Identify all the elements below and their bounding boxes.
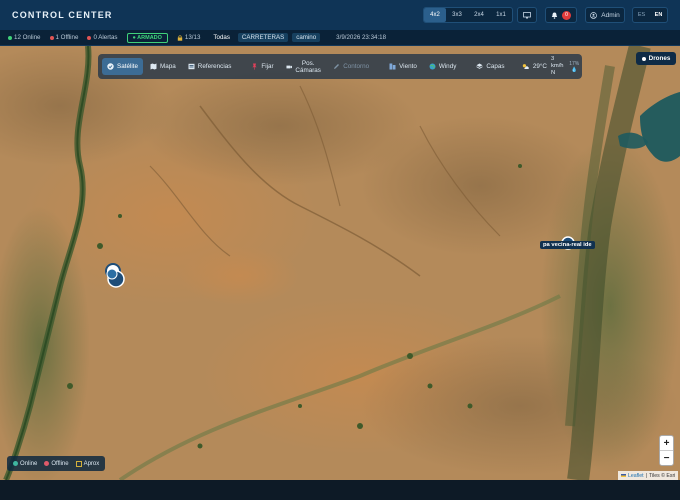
online-count: 12 Online	[8, 34, 41, 41]
status-bar: 12 Online 1 Offline 0 Alertas ● ARMADO 1…	[0, 30, 680, 46]
pin-toggle[interactable]: Fijar	[246, 58, 278, 75]
layers-icon	[476, 63, 484, 69]
camera-icon	[286, 65, 292, 68]
armed-badge: ● ARMADO	[126, 32, 168, 43]
camera-positions-toggle[interactable]: Pos. Cámaras	[281, 58, 327, 75]
grid-option-2x4[interactable]: 2x4	[468, 8, 490, 22]
map-toggle[interactable]: Mapa	[145, 58, 181, 75]
droplet-icon: 💧	[571, 66, 578, 73]
zoom-out-button[interactable]: −	[660, 450, 673, 465]
aprox-legend-icon	[75, 460, 82, 467]
offline-legend-icon	[44, 461, 50, 466]
alert-dot-icon	[87, 35, 92, 40]
grid-option-1x1[interactable]: 1x1	[490, 8, 512, 22]
legend-offline: Offline	[44, 461, 69, 467]
pencil-icon	[334, 64, 340, 69]
check-icon	[107, 63, 114, 70]
datetime: 3/9/2026 23:34:18	[336, 34, 387, 41]
pin-icon	[252, 63, 257, 70]
weather-widget: 29°C 3 km/h N 17% 💧	[522, 56, 579, 77]
top-header: CONTROL CENTER 4x2 3x3 2x4 1x1 0 Admin E…	[0, 0, 680, 30]
legend-online: Online	[13, 461, 37, 467]
wind-reading: 3 km/h N	[551, 56, 565, 77]
language-es[interactable]: ES	[633, 8, 650, 22]
humidity-reading: 17% 💧	[569, 61, 579, 73]
layers-toggle[interactable]: Capas	[471, 58, 509, 75]
satellite-map-imagery	[0, 46, 680, 480]
map-toolbar: Satélite Mapa Referencias Fijar Pos. Cám…	[98, 54, 582, 79]
notification-count-badge: 0	[562, 10, 571, 20]
partly-cloudy-icon	[522, 64, 529, 69]
filter-todas[interactable]: Todas	[209, 33, 234, 42]
zoom-in-button[interactable]: +	[660, 436, 673, 450]
monitor-icon	[523, 11, 531, 18]
reference-icon	[188, 63, 195, 70]
lock-status: 13/13	[177, 34, 200, 41]
user-icon	[590, 11, 598, 19]
map-attribution: Leaflet | Tiles © Esri	[618, 471, 679, 480]
online-dot-icon	[8, 35, 12, 40]
attribution-separator: |	[645, 472, 647, 479]
monitor-button[interactable]	[517, 7, 537, 23]
lock-icon	[177, 34, 183, 41]
filter-camino[interactable]: camino	[292, 33, 321, 42]
user-menu-button[interactable]: Admin	[585, 7, 625, 23]
language-selector: ES EN	[632, 7, 668, 23]
grid-layout-selector: 4x2 3x3 2x4 1x1	[423, 7, 513, 23]
drone-status-dot-icon	[641, 56, 646, 61]
drones-button[interactable]: Drones	[636, 52, 676, 65]
bottom-bar	[0, 480, 680, 500]
camera-marker-label[interactable]: pa vecina-real ide	[540, 241, 595, 249]
map-legend: Online Offline Aprox	[7, 456, 106, 471]
contour-toggle[interactable]: Contorno	[328, 58, 374, 75]
notifications-button[interactable]: 0	[545, 7, 577, 23]
wind-direction: N	[550, 70, 556, 76]
armed-status[interactable]: ● ARMADO	[126, 32, 168, 43]
legend-aprox: Aprox	[75, 460, 99, 467]
satellite-map[interactable]: pa vecina-real ide	[0, 46, 680, 480]
globe-icon	[429, 63, 436, 70]
tiles-credit: Tiles © Esri	[648, 472, 676, 479]
leaflet-link[interactable]: Leaflet	[628, 473, 644, 479]
map-icon	[150, 63, 157, 70]
offline-dot-icon	[49, 35, 54, 40]
alerts-count: 0 Alertas	[87, 34, 118, 41]
grid-option-3x3[interactable]: 3x3	[446, 8, 468, 22]
references-toggle[interactable]: Referencias	[183, 58, 237, 75]
satellite-toggle[interactable]: Satélite	[102, 58, 144, 75]
offline-count: 1 Offline	[49, 34, 78, 41]
filter-carreteras[interactable]: CARRETERAS	[237, 33, 289, 42]
temperature: 29°C	[532, 63, 547, 70]
user-name: Admin	[601, 11, 620, 19]
grid-option-4x2[interactable]: 4x2	[424, 8, 446, 22]
wind-speed: 3 km/h	[550, 56, 564, 69]
app-root: CONTROL CENTER 4x2 3x3 2x4 1x1 0 Admin E…	[0, 0, 680, 500]
zoom-control: + −	[659, 435, 674, 466]
windy-toggle[interactable]: Windy	[424, 58, 462, 75]
wind-icon	[389, 63, 396, 70]
app-title: CONTROL CENTER	[12, 10, 113, 20]
bell-icon	[551, 12, 558, 19]
online-legend-icon	[13, 461, 18, 466]
leaflet-flag-icon	[621, 473, 626, 478]
language-en[interactable]: EN	[650, 8, 667, 22]
wind-toggle[interactable]: Viento	[384, 58, 422, 75]
